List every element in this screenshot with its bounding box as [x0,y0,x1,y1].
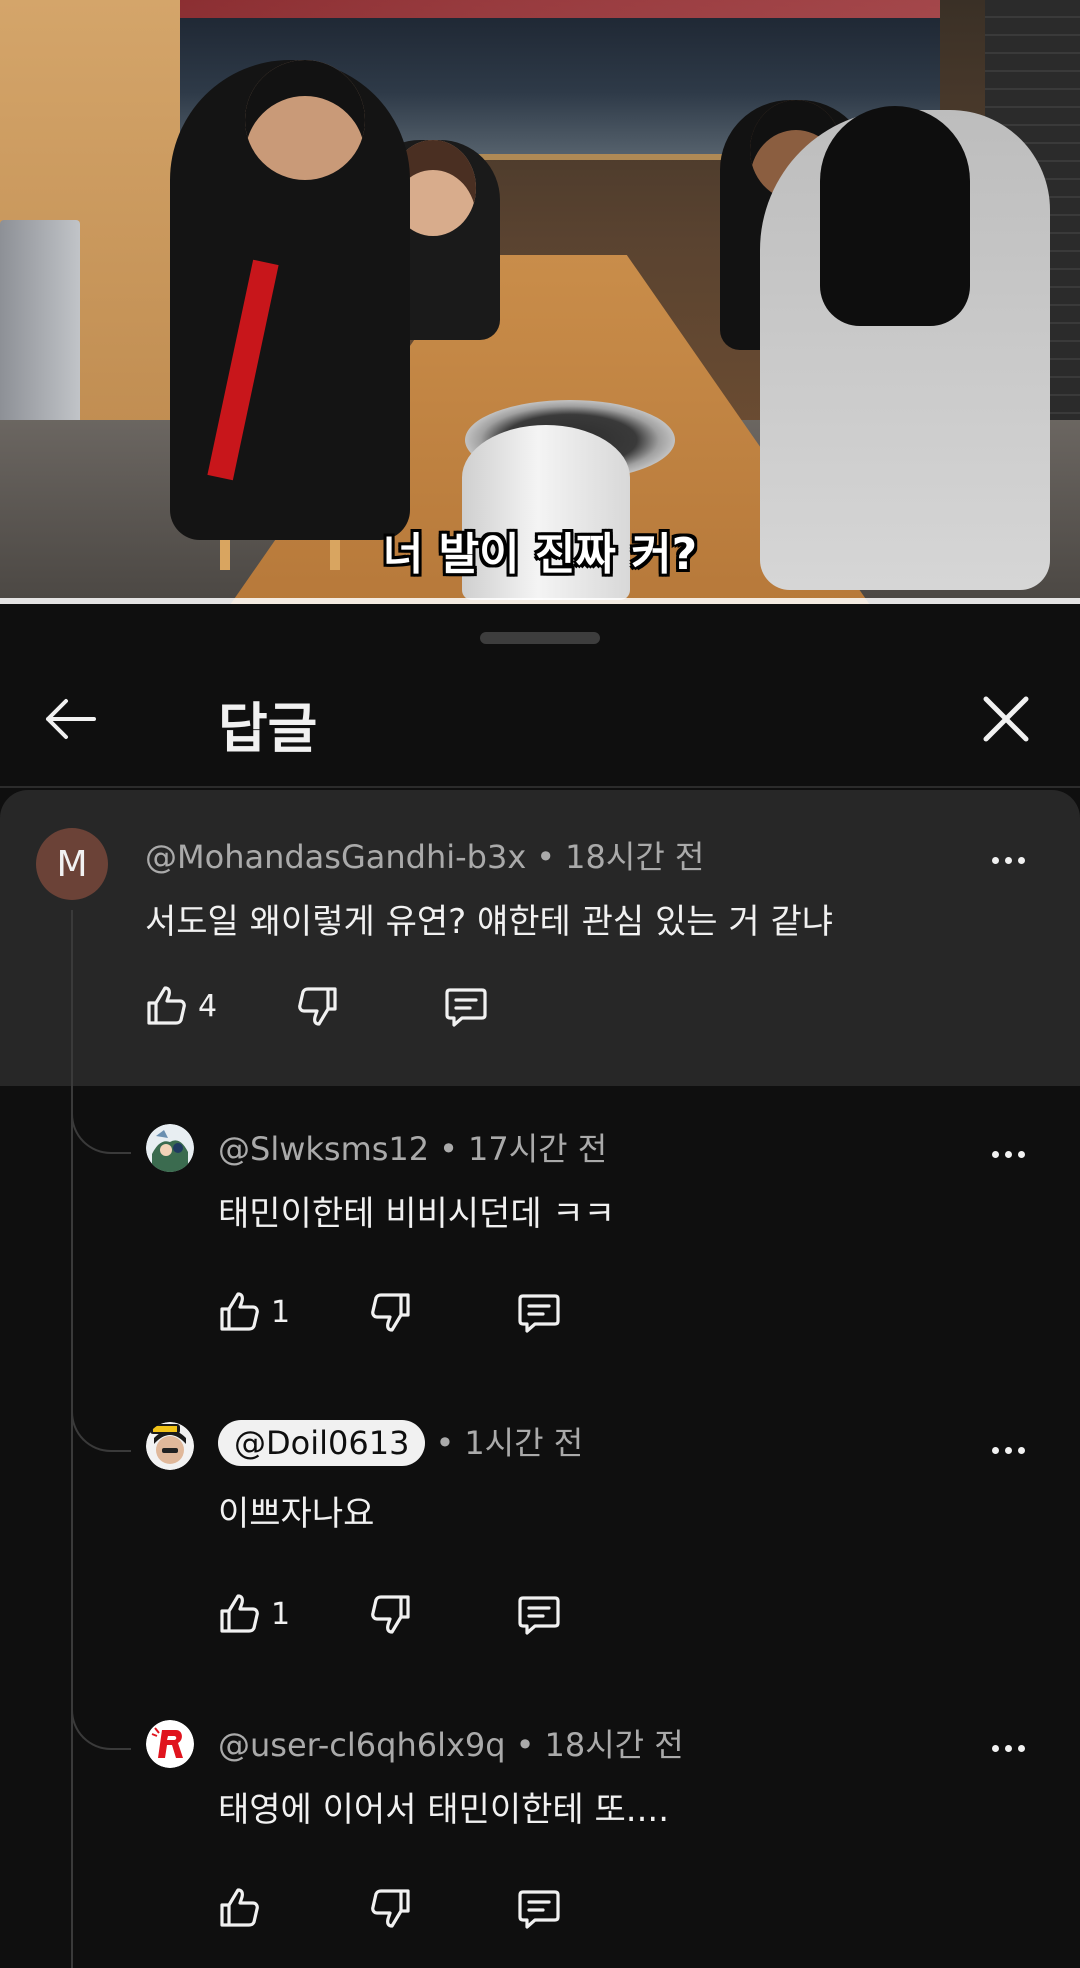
sheet-header: 답글 [0,664,1080,774]
separator-dot: • [536,838,556,876]
comment-actions: 1 [215,1282,563,1342]
like-button[interactable] [215,1884,301,1932]
more-options-button[interactable] [978,1430,1038,1470]
comment-author[interactable]: @MohandasGandhi-b3x [145,838,526,876]
comment-text: 서도일 왜이렇게 유연? 얘한테 관심 있는 거 같냐 [145,902,834,942]
creator-handle-chip[interactable]: @Doil0613 [218,1420,426,1466]
thumbs-down-icon [298,987,337,1026]
separator-dot: • [515,1726,535,1764]
dislike-button[interactable] [294,982,342,1030]
comment-time: 17시간 전 [468,1130,608,1168]
comment-author[interactable]: @Slwksms12 [218,1130,429,1168]
replies-sheet: 답글 M @MohandasGandhi-b3x • 18시간 전 서도일 왜이렇게… [0,604,1080,1968]
like-button[interactable]: 1 [215,1590,301,1638]
drag-handle[interactable] [480,632,600,644]
avatar[interactable] [146,1422,194,1470]
avatar[interactable]: M [36,828,108,900]
thread-connector [71,1392,131,1452]
comment-meta: @Doil0613 • 1시간 전 [218,1418,583,1466]
more-options-button[interactable] [978,1728,1038,1768]
comment-text: 태영에 이어서 태민이한테 또.... [218,1790,670,1830]
like-count: 1 [271,1294,291,1330]
close-icon [983,696,1029,742]
dot-icon [991,1150,999,1158]
reply-button[interactable] [442,982,490,1030]
avatar-anime-icon [146,1124,194,1172]
more-options-button[interactable] [978,1134,1038,1174]
like-button[interactable]: 4 [142,982,228,1030]
back-button[interactable] [40,694,100,744]
comment-icon [518,1294,560,1333]
dot-icon [1017,1150,1025,1158]
thumbs-down-icon [371,1293,410,1332]
parent-comment: M @MohandasGandhi-b3x • 18시간 전 서도일 왜이렇게 유연… [0,790,1080,1086]
comment-meta: @user-cl6qh6lx9q • 18시간 전 [218,1720,684,1766]
avatar-red-r-icon [146,1720,194,1768]
comment-meta: @Slwksms12 • 17시간 전 [218,1124,607,1170]
comment-icon [445,988,487,1027]
thumbs-up-icon [220,1292,259,1331]
header-divider [0,786,1080,788]
dot-icon [1004,1446,1012,1454]
thumbs-down-icon [371,1889,410,1928]
comment-author[interactable]: @user-cl6qh6lx9q [218,1726,506,1764]
comment-time: 18시간 전 [544,1726,684,1764]
dislike-button[interactable] [367,1884,415,1932]
dot-icon [991,1744,999,1752]
like-count: 1 [271,1596,291,1632]
comment-actions: 1 [215,1584,563,1644]
video-player[interactable]: 너 발이 진짜 커? [0,0,1080,604]
thumbs-up-icon [147,986,186,1025]
thumbs-up-icon [220,1888,259,1927]
avatar[interactable] [146,1124,194,1172]
reply-button[interactable] [515,1884,563,1932]
comment-icon [518,1596,560,1635]
dot-icon [1017,1446,1025,1454]
avatar-creator-icon [146,1422,194,1470]
comment-meta: @MohandasGandhi-b3x • 18시간 전 [145,832,704,878]
reply-button[interactable] [515,1590,563,1638]
dot-icon [1017,1744,1025,1752]
separator-dot: • [439,1130,459,1168]
like-count: 4 [198,988,218,1024]
separator-dot: • [435,1424,455,1462]
dislike-button[interactable] [367,1590,415,1638]
dot-icon [1017,856,1025,864]
comment-icon [518,1890,560,1929]
dot-icon [1004,1744,1012,1752]
thread-connector [71,1690,131,1750]
arrow-left-icon [46,699,96,739]
thumbs-down-icon [371,1595,410,1634]
comment-time: 18시간 전 [565,838,705,876]
video-subtitle: 너 발이 진짜 커? [382,529,698,580]
dot-icon [991,1446,999,1454]
dot-icon [1004,856,1012,864]
video-fridge [0,220,80,450]
close-button[interactable] [976,689,1036,749]
comment-time: 1시간 전 [464,1424,584,1462]
reply-button[interactable] [515,1288,563,1336]
dot-icon [1004,1150,1012,1158]
like-button[interactable]: 1 [215,1288,301,1336]
more-options-button[interactable] [978,840,1038,880]
dislike-button[interactable] [367,1288,415,1336]
comment-text: 태민이한테 비비시던데 ㅋㅋ [218,1194,615,1234]
dot-icon [991,856,999,864]
video-person [170,60,410,540]
avatar[interactable] [146,1720,194,1768]
thread-connector [71,1094,131,1154]
comment-text: 이쁘자나요 [218,1494,375,1534]
thumbs-up-icon [220,1594,259,1633]
comment-actions: 4 [142,976,490,1036]
thread-line [71,910,73,1968]
sheet-title: 답글 [218,697,318,760]
comment-actions [215,1878,563,1938]
